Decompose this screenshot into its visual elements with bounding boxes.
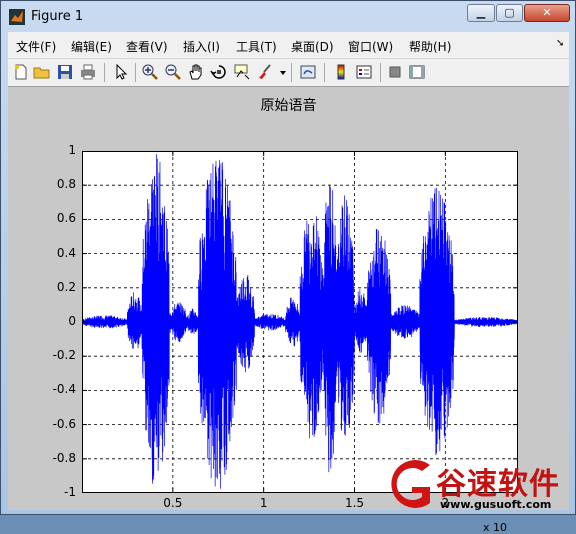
toolbar-separator xyxy=(380,63,381,82)
maximize-button[interactable]: ▢ xyxy=(496,4,523,22)
watermark: 谷速软件 www.gusuoft.com xyxy=(378,455,576,515)
y-tick-label: 0.4 xyxy=(56,245,76,260)
menu-tools[interactable]: 工具(T) xyxy=(236,38,277,55)
open-file-icon[interactable] xyxy=(33,63,51,81)
close-button[interactable]: ✕ xyxy=(524,4,570,22)
matlab-logo-icon xyxy=(9,9,25,25)
zoom-in-icon[interactable] xyxy=(141,63,159,81)
y-tick-label: -0.8 xyxy=(52,450,76,465)
y-tick-label: 1 xyxy=(68,143,76,157)
toolbar-separator xyxy=(324,63,325,82)
menu-view[interactable]: 查看(V) xyxy=(126,38,168,55)
x-axis-exponent-label: x 10 xyxy=(483,521,508,534)
legend-icon[interactable] xyxy=(355,63,373,81)
axes-plot-area[interactable] xyxy=(82,151,518,493)
colorbar-icon[interactable] xyxy=(332,63,350,81)
dock-arrow-icon[interactable]: ➘ xyxy=(556,38,564,49)
menu-insert[interactable]: 插入(I) xyxy=(183,38,220,55)
minimize-button[interactable]: ▁ xyxy=(467,4,495,22)
figure-client-area: 文件(F) 编辑(E) 查看(V) 插入(I) 工具(T) 桌面(D) 窗口(W… xyxy=(8,32,569,534)
x-tick-label: 0.5 xyxy=(163,496,183,510)
brush-dropdown-icon[interactable] xyxy=(274,63,286,81)
y-tick-label: -0.4 xyxy=(52,382,76,397)
menu-help[interactable]: 帮助(H) xyxy=(409,38,451,55)
x-tick-label: 1 xyxy=(259,496,268,510)
y-tick-label: -0.6 xyxy=(52,416,76,431)
brush-icon[interactable] xyxy=(256,63,274,81)
figure-window: Figure 1 ▁ ▢ ✕ 文件(F) 编辑(E) 查看(V) 插入(I) 工… xyxy=(0,0,576,534)
edit-plot-icon[interactable] xyxy=(112,63,130,81)
y-tick-label: 0.6 xyxy=(56,211,76,226)
toolbar-separator xyxy=(135,63,136,82)
hide-plot-tools-icon[interactable] xyxy=(386,63,404,81)
figure-toolbar xyxy=(8,59,569,87)
menu-edit[interactable]: 编辑(E) xyxy=(71,38,112,55)
data-cursor-icon[interactable] xyxy=(233,63,251,81)
plot-title: 原始语音 xyxy=(260,98,317,114)
toolbar-separator xyxy=(104,63,105,82)
y-tick-label: 0 xyxy=(68,314,76,328)
y-tick-label: 0.8 xyxy=(56,177,76,192)
watermark-brand: 谷速软件 xyxy=(436,467,560,502)
title-bar[interactable]: Figure 1 ▁ ▢ ✕ xyxy=(1,1,575,31)
menu-file[interactable]: 文件(F) xyxy=(16,38,56,55)
new-figure-icon[interactable] xyxy=(12,63,30,81)
save-icon[interactable] xyxy=(56,63,74,81)
window-title: Figure 1 xyxy=(31,9,84,24)
print-icon[interactable] xyxy=(79,63,97,81)
link-plot-icon[interactable] xyxy=(299,63,317,81)
y-tick-label: 0.2 xyxy=(56,279,76,294)
site-logo-icon xyxy=(378,455,440,513)
menu-desktop[interactable]: 桌面(D) xyxy=(291,38,334,55)
x-tick-label: 1.5 xyxy=(344,496,365,510)
rotate-3d-icon[interactable] xyxy=(210,63,228,81)
zoom-out-icon[interactable] xyxy=(164,63,182,81)
y-tick-label: -1 xyxy=(64,485,76,499)
show-plot-tools-icon[interactable] xyxy=(408,63,426,81)
menu-bar: 文件(F) 编辑(E) 查看(V) 插入(I) 工具(T) 桌面(D) 窗口(W… xyxy=(8,32,569,59)
y-tick-label: -0.2 xyxy=(52,348,76,363)
figure-canvas[interactable]: 原始语音 1 0.8 0.6 0.4 0.2 0 -0.2 -0.4 -0.6 -0.8 -1 0.… xyxy=(8,87,569,534)
toolbar-separator xyxy=(291,63,292,82)
pan-icon[interactable] xyxy=(187,63,205,81)
menu-window[interactable]: 窗口(W) xyxy=(348,38,393,55)
watermark-url: www.gusuoft.com xyxy=(440,498,552,511)
